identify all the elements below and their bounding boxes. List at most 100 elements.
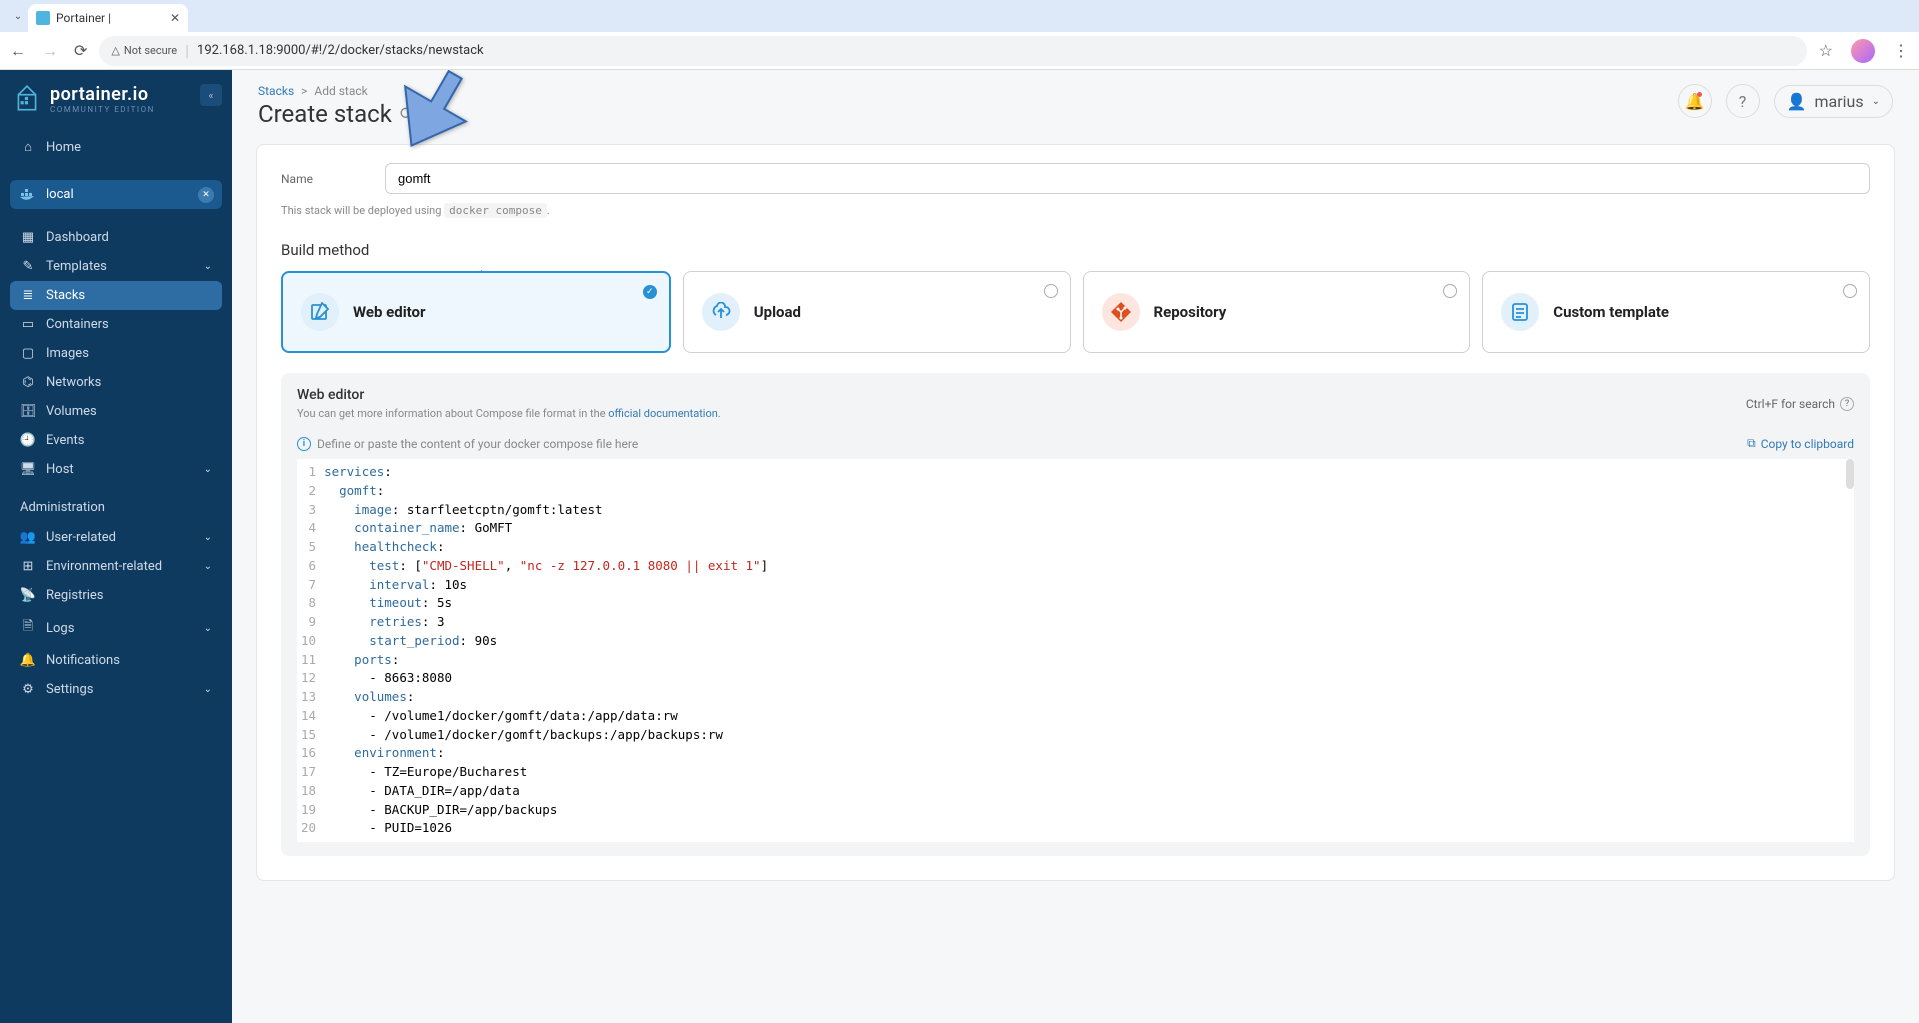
url-text: 192.168.1.18:9000/#!/2/docker/stacks/new…	[197, 43, 484, 58]
notifications-button[interactable]: 🔔	[1678, 84, 1712, 118]
browser-chrome: ⌄ Portainer | ✕ ← → ⟳ △ Not secure | 192…	[0, 0, 1919, 70]
method-card-upload[interactable]: Upload	[683, 271, 1071, 353]
home-icon: ⌂	[20, 139, 36, 155]
bookmark-star-icon[interactable]: ☆	[1819, 41, 1833, 60]
breadcrumb-current: Add stack	[314, 84, 367, 98]
nav-icon: ⚙	[20, 682, 36, 697]
nav-item-home[interactable]: ⌂ Home	[10, 132, 222, 162]
nav-icon: ≣	[20, 288, 36, 303]
compose-hint-text: Define or paste the content of your dock…	[317, 437, 638, 451]
nav-item-notifications[interactable]: 🔔Notifications	[10, 646, 222, 675]
main-content: Stacks > Add stack Create stack ⟳ 🔔 ?	[232, 70, 1919, 1023]
nav-item-dashboard[interactable]: ▦Dashboard	[10, 223, 222, 252]
nav-icon: ▭	[20, 317, 36, 332]
url-box[interactable]: △ Not secure | 192.168.1.18:9000/#!/2/do…	[99, 36, 1806, 66]
user-menu[interactable]: 👤 marius ⌄	[1774, 85, 1893, 118]
line-number-gutter: 1234567891011121314151617181920	[297, 459, 324, 842]
breadcrumb: Stacks > Add stack	[258, 84, 414, 98]
method-card-repository[interactable]: Repository	[1083, 271, 1471, 353]
web-editor-icon	[301, 293, 339, 331]
help-icon: ?	[1840, 397, 1854, 411]
breadcrumb-link-stacks[interactable]: Stacks	[258, 84, 294, 98]
nav-item-templates[interactable]: ✎Templates⌄	[10, 252, 222, 281]
user-icon: 👤	[1787, 92, 1807, 111]
help-button[interactable]: ?	[1726, 84, 1760, 118]
nav-icon: ⌬	[20, 375, 36, 390]
nav-reload-icon[interactable]: ⟳	[74, 41, 87, 60]
nav-item-settings[interactable]: ⚙Settings⌄	[10, 675, 222, 704]
editor-title: Web editor	[297, 387, 721, 403]
editor-scrollbar[interactable]	[1846, 459, 1854, 489]
nav-icon: ▢	[20, 346, 36, 361]
sidebar: portainer.io COMMUNITY EDITION « ⌂ Home …	[0, 70, 232, 1023]
custom-template-icon	[1501, 293, 1539, 331]
nav-item-user-related[interactable]: 👥User-related⌄	[10, 523, 222, 552]
copy-to-clipboard-button[interactable]: ⧉ Copy to clipboard	[1747, 436, 1854, 451]
portainer-logo-icon	[14, 84, 40, 114]
method-card-custom-template[interactable]: Custom template	[1482, 271, 1870, 353]
copy-icon: ⧉	[1747, 436, 1756, 451]
radio-indicator-icon	[1443, 284, 1457, 298]
nav-icon: 🕘	[20, 433, 36, 448]
nav-icon: 🖥	[20, 462, 36, 477]
env-close-icon[interactable]: ✕	[198, 187, 214, 203]
chevron-down-icon: ⌄	[204, 684, 212, 695]
tab-favicon-icon	[36, 11, 50, 25]
nav-item-logs[interactable]: 🗎Logs⌄	[10, 610, 222, 646]
tab-title: Portainer |	[56, 11, 164, 25]
nav-item-registries[interactable]: 📡Registries	[10, 581, 222, 610]
warning-icon: △	[111, 44, 119, 57]
nav-icon: ⊞	[20, 559, 36, 574]
nav-item-events[interactable]: 🕘Events	[10, 426, 222, 455]
radio-indicator-icon: ✓	[643, 285, 657, 299]
tab-close-icon[interactable]: ✕	[170, 11, 180, 25]
radio-indicator-icon	[1044, 284, 1058, 298]
nav-icon: 🔔	[20, 653, 36, 668]
info-icon: i	[297, 437, 311, 451]
nav-item-containers[interactable]: ▭Containers	[10, 310, 222, 339]
brand-text: portainer.io	[50, 84, 155, 105]
nav-icon: ✎	[20, 259, 36, 274]
chevron-down-icon: ⌄	[204, 261, 212, 272]
nav-icon: 🗎	[20, 617, 36, 639]
radio-indicator-icon	[1843, 284, 1857, 298]
nav-forward-icon[interactable]: →	[42, 41, 58, 61]
browser-tab[interactable]: Portainer | ✕	[28, 4, 188, 32]
deploy-note: This stack will be deployed using docker…	[281, 204, 1870, 217]
upload-icon	[702, 293, 740, 331]
sidebar-header: portainer.io COMMUNITY EDITION «	[0, 70, 232, 128]
help-icon: ?	[1739, 92, 1747, 111]
nav-icon: 👥	[20, 530, 36, 545]
nav-item-networks[interactable]: ⌬Networks	[10, 368, 222, 397]
profile-avatar-icon[interactable]	[1851, 39, 1875, 63]
nav-section-admin: Administration	[0, 488, 232, 519]
refresh-icon[interactable]: ⟳	[400, 104, 414, 124]
editor-help: You can get more information about Compo…	[297, 407, 721, 420]
docs-link[interactable]: official documentation	[608, 407, 718, 420]
chevron-down-icon: ⌄	[204, 464, 212, 475]
nav-item-environment[interactable]: local ✕	[10, 180, 222, 209]
sidebar-collapse-button[interactable]: «	[200, 84, 222, 106]
edition-text: COMMUNITY EDITION	[50, 105, 155, 114]
build-method-title: Build method	[281, 241, 1870, 259]
repository-icon	[1102, 293, 1140, 331]
nav-item-images[interactable]: ▢Images	[10, 339, 222, 368]
code-editor[interactable]: 1234567891011121314151617181920 services…	[297, 459, 1854, 842]
stack-name-input[interactable]	[385, 163, 1870, 194]
nav-item-host[interactable]: 🖥Host⌄	[10, 455, 222, 484]
method-card-web-editor[interactable]: Web editor✓	[281, 271, 671, 353]
nav-item-stacks[interactable]: ≣Stacks	[10, 281, 222, 310]
nav-item-environment-related[interactable]: ⊞Environment-related⌄	[10, 552, 222, 581]
tabs-chevron-icon[interactable]: ⌄	[8, 11, 28, 22]
nav-icon: ▦	[20, 230, 36, 245]
chevron-down-icon: ⌄	[1872, 96, 1880, 107]
chevron-down-icon: ⌄	[204, 561, 212, 572]
security-badge: △ Not secure	[111, 44, 177, 57]
nav-icon: 🗄	[20, 404, 36, 419]
nav-back-icon[interactable]: ←	[10, 41, 26, 61]
docker-icon	[20, 189, 36, 201]
browser-menu-icon[interactable]: ⋮	[1893, 41, 1909, 60]
nav-icon: 📡	[20, 588, 36, 603]
notification-dot-icon	[1697, 92, 1702, 97]
nav-item-volumes[interactable]: 🗄Volumes	[10, 397, 222, 426]
